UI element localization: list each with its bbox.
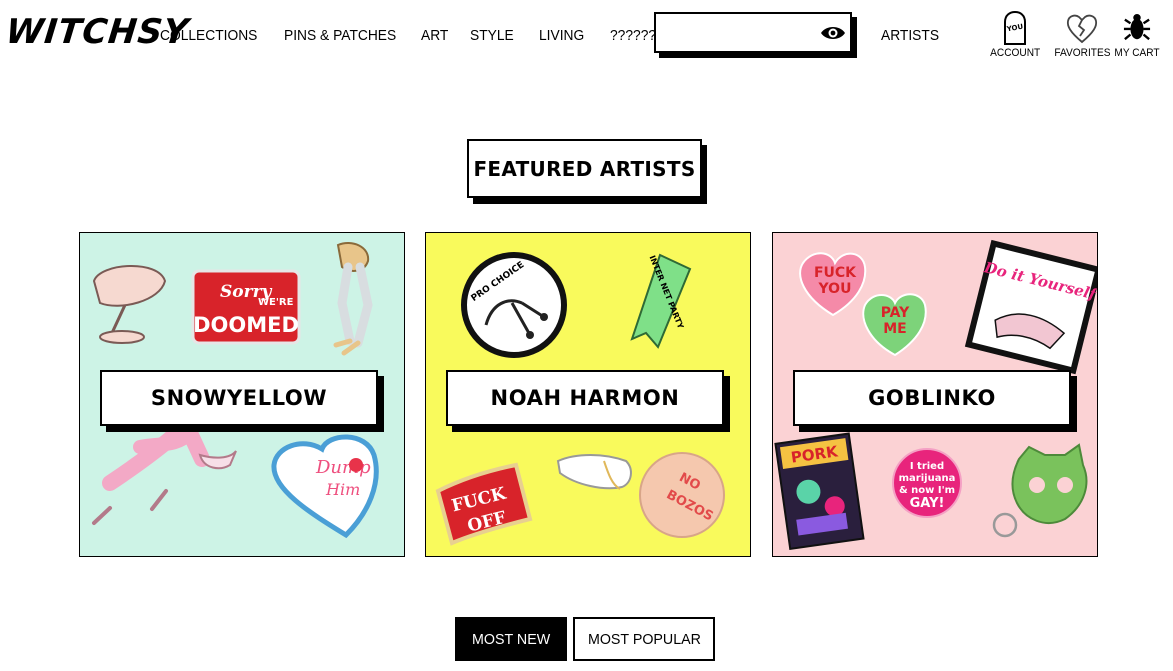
tombstone-you-icon: YOU <box>1004 10 1026 45</box>
featured-title: FEATURED ARTISTS <box>473 156 696 181</box>
artist-card-noah-harmon[interactable]: PRO CHOICE INTER NET PARTY FUCK OFF NO B… <box>425 232 751 557</box>
sort-tab-most-new[interactable]: MOST NEW <box>455 617 567 661</box>
nav-pins-patches[interactable]: PINS & PATCHES <box>284 27 396 44</box>
svg-text:& now I'm: & now I'm <box>899 485 955 496</box>
main-nav: COLLECTIONS PINS & PATCHES ART STYLE LIV… <box>160 27 683 44</box>
svg-text:marijuana: marijuana <box>899 473 956 484</box>
featured-heading: FEATURED ARTISTS <box>467 139 707 204</box>
nav-mystery[interactable]: ?????? <box>610 27 656 44</box>
no-bozos-button-icon: NO BOZOS <box>639 452 725 538</box>
pro-choice-patch-icon: PRO CHOICE <box>461 252 567 358</box>
svg-text:Dump: Dump <box>315 457 371 478</box>
artist-name: SNOWYELLOW <box>150 386 328 410</box>
search-input[interactable] <box>662 22 812 44</box>
artist-card-snowyellow[interactable]: Sorry WE'RE DOOMED Dump Him SNOWYELLOW <box>79 232 405 557</box>
nav-living[interactable]: LIVING <box>539 27 584 44</box>
marijuana-button-icon: I tried marijuana & now I'm GAY! <box>892 448 962 518</box>
account-link[interactable]: YOU ACCOUNT <box>988 10 1042 59</box>
artist-name: GOBLINKO <box>868 386 996 410</box>
artist-name-plate: NOAH HARMON <box>446 370 730 432</box>
name-plate-box: GOBLINKO <box>793 370 1071 426</box>
artist-name-plate: GOBLINKO <box>793 370 1077 432</box>
sort-tab-most-popular[interactable]: MOST POPULAR <box>573 617 715 661</box>
svg-text:YOU: YOU <box>818 281 852 297</box>
svg-text:DOOMED: DOOMED <box>193 313 299 337</box>
doomed-patch-icon: Sorry WE'RE DOOMED <box>191 269 301 345</box>
sort-tab-label: MOST POPULAR <box>587 630 701 648</box>
account-label: ACCOUNT <box>990 47 1041 59</box>
cart-link[interactable]: MY CART <box>1112 10 1162 59</box>
name-plate-box: NOAH HARMON <box>446 370 724 426</box>
search-box <box>654 12 852 53</box>
pork-comic-icon: PORK <box>774 432 865 550</box>
svg-text:PAY: PAY <box>881 305 910 321</box>
svg-text:WE'RE: WE'RE <box>258 297 294 308</box>
favorites-label: FAVORITES <box>1054 47 1111 59</box>
artist-card-goblinko[interactable]: FUCK YOU PAY ME Do it Yourself PORK I tr… <box>772 232 1098 557</box>
svg-text:Him: Him <box>325 480 360 499</box>
sort-tab-label: MOST NEW <box>471 630 551 648</box>
search-container <box>654 12 857 58</box>
artist-name: NOAH HARMON <box>490 386 680 410</box>
svg-text:ME: ME <box>883 321 907 337</box>
nav-style[interactable]: STYLE <box>470 27 514 44</box>
svg-text:FUCK: FUCK <box>814 265 857 281</box>
cart-label: MY CART <box>1114 47 1160 59</box>
nav-collections[interactable]: COLLECTIONS <box>160 27 257 44</box>
nav-art[interactable]: ART <box>421 27 448 44</box>
name-plate-box: SNOWYELLOW <box>100 370 378 426</box>
eye-icon[interactable] <box>820 24 846 42</box>
bug-cart-icon <box>1123 14 1151 41</box>
favorites-link[interactable]: FAVORITES <box>1052 10 1112 59</box>
artist-name-plate: SNOWYELLOW <box>100 370 384 432</box>
featured-box: FEATURED ARTISTS <box>467 139 702 198</box>
svg-text:I tried: I tried <box>910 461 944 472</box>
svg-text:GAY!: GAY! <box>910 496 945 511</box>
artists-link[interactable]: ARTISTS <box>881 27 939 44</box>
broken-heart-icon <box>1066 14 1098 44</box>
